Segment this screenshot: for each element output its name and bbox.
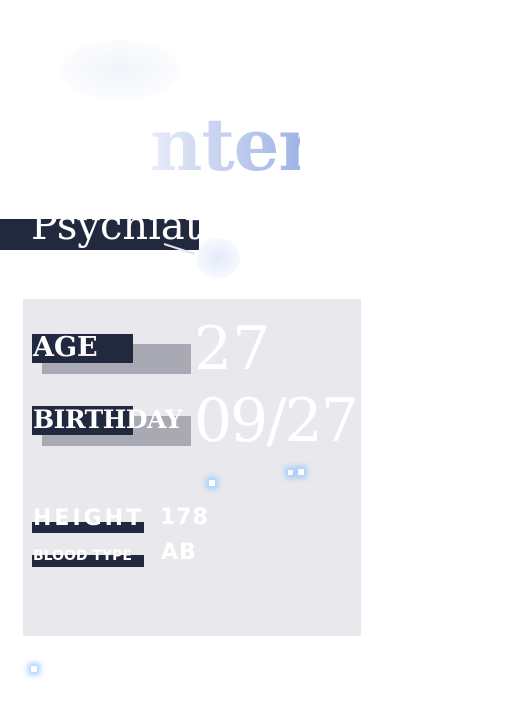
sparkle-icon <box>298 469 304 475</box>
sparkle-icon <box>288 470 293 475</box>
birthday-value: 09/27 <box>194 386 359 456</box>
age-label: AGE <box>33 332 98 363</box>
blood-type-label: BLOOD TYPE <box>33 548 132 564</box>
sparkle-icon <box>209 480 215 486</box>
height-value: 178 <box>160 505 209 530</box>
profile-card: AGE 27 BIRTHDAY 09/27 HEIGHT 178 BLOOD T… <box>23 299 361 636</box>
page-title-text: nter <box>150 102 300 187</box>
sparkle-icon <box>31 666 37 672</box>
page-title: nter <box>0 100 300 190</box>
height-label: HEIGHT <box>33 506 145 531</box>
blood-type-value: AB <box>161 540 197 565</box>
background-glow <box>60 40 180 100</box>
banner-glow <box>196 238 240 278</box>
birthday-label: BIRTHDAY <box>33 405 183 434</box>
age-value: 27 <box>194 314 271 384</box>
